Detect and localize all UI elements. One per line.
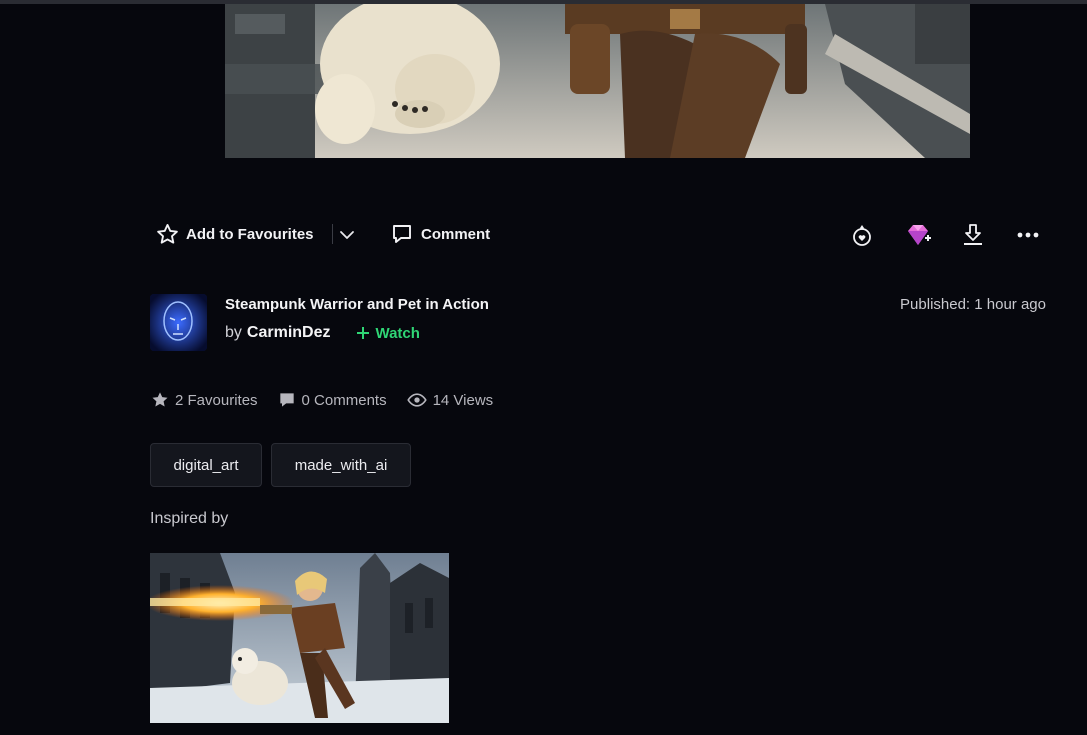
inspired-by-thumbnail[interactable] — [150, 553, 449, 723]
author-avatar[interactable] — [150, 294, 207, 351]
artwork-image — [225, 4, 970, 158]
watch-button[interactable]: Watch — [356, 324, 420, 342]
tag-chip[interactable]: made_with_ai — [271, 443, 411, 487]
comment-label: Comment — [421, 225, 491, 243]
comments-stat: 0 Comments — [277, 390, 387, 410]
chevron-down-icon — [340, 231, 354, 239]
comment-filled-icon — [279, 393, 294, 407]
inspired-by-heading: Inspired by — [150, 510, 229, 527]
split-divider — [332, 224, 333, 244]
eye-icon — [406, 393, 427, 407]
favourites-stat: 2 Favourites — [150, 390, 258, 410]
give-badge-button[interactable] — [848, 221, 876, 249]
deviation-title: Steampunk Warrior and Pet in Action — [225, 296, 489, 313]
author-line: by CarminDez Watch — [225, 324, 420, 342]
favourites-dropdown-button[interactable] — [336, 224, 358, 246]
star-filled-icon — [152, 392, 168, 407]
download-icon — [964, 224, 982, 245]
favourites-count: 2 Favourites — [175, 391, 258, 409]
author-name-link[interactable]: CarminDez — [247, 324, 331, 342]
views-count: 14 Views — [432, 391, 494, 409]
favourite-label: Add to Favourites — [186, 225, 314, 243]
views-stat: 14 Views — [406, 390, 494, 410]
plus-icon — [357, 327, 370, 339]
comment-button[interactable]: Comment — [390, 220, 490, 248]
give-core-button[interactable] — [904, 221, 932, 249]
deviation-page: Add to Favourites Comment Steampunk Warr… — [0, 0, 1087, 735]
tag-chip[interactable]: digital_art — [150, 443, 262, 487]
avatar-image — [150, 294, 207, 351]
more-options-button[interactable] — [1014, 221, 1042, 249]
add-to-favourites-button[interactable]: Add to Favourites — [155, 220, 314, 248]
deviation-stats: 2 Favourites 0 Comments 14 Views — [150, 390, 512, 410]
published-time: Published: 1 hour ago — [900, 296, 1046, 313]
more-dots-icon — [1017, 232, 1039, 238]
star-outline-icon — [155, 222, 180, 247]
main-artwork[interactable] — [225, 4, 970, 158]
core-gem-icon — [908, 225, 931, 245]
watch-label: Watch — [375, 324, 420, 342]
action-bar: Add to Favourites Comment — [150, 216, 1050, 252]
speech-bubble-icon — [390, 222, 414, 246]
thumbnail-image — [150, 553, 449, 723]
download-button[interactable] — [959, 221, 987, 249]
badge-heart-icon — [853, 225, 871, 246]
comments-count: 0 Comments — [301, 391, 387, 409]
by-prefix: by — [225, 324, 242, 341]
